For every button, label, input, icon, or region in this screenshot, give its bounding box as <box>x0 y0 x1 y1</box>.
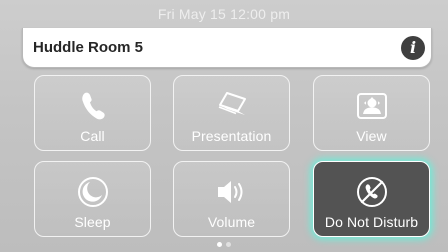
date-time: Fri May 15 12:00 pm <box>157 6 291 22</box>
view-button[interactable]: View <box>313 75 430 151</box>
sleep-button[interactable]: Sleep <box>34 161 151 237</box>
volume-button[interactable]: Volume <box>173 161 290 237</box>
page-dot-1[interactable] <box>217 242 222 247</box>
moon-icon <box>35 174 150 210</box>
tile-label: Sleep <box>74 214 111 230</box>
tile-label: Call <box>80 128 105 144</box>
laptop-icon <box>174 88 289 124</box>
tile-label: View <box>356 128 387 144</box>
page-dot-2[interactable] <box>226 242 231 247</box>
speaker-icon <box>174 174 289 210</box>
tile-label: Do Not Disturb <box>324 214 419 230</box>
camera-view-icon <box>314 88 429 124</box>
status-bar: Fri May 15 12:00 pm <box>0 0 448 28</box>
do-not-disturb-button[interactable]: Do Not Disturb <box>313 161 430 237</box>
page-indicator[interactable] <box>0 242 448 247</box>
phone-icon <box>35 88 150 124</box>
presentation-button[interactable]: Presentation <box>173 75 290 151</box>
header-panel: Huddle Room 5 i <box>22 28 432 68</box>
call-button[interactable]: Call <box>34 75 151 151</box>
tile-label: Presentation <box>191 128 272 144</box>
tile-label: Volume <box>207 214 256 230</box>
info-icon[interactable]: i <box>401 36 425 60</box>
no-phone-icon <box>314 174 429 210</box>
room-name: Huddle Room 5 <box>33 39 144 56</box>
